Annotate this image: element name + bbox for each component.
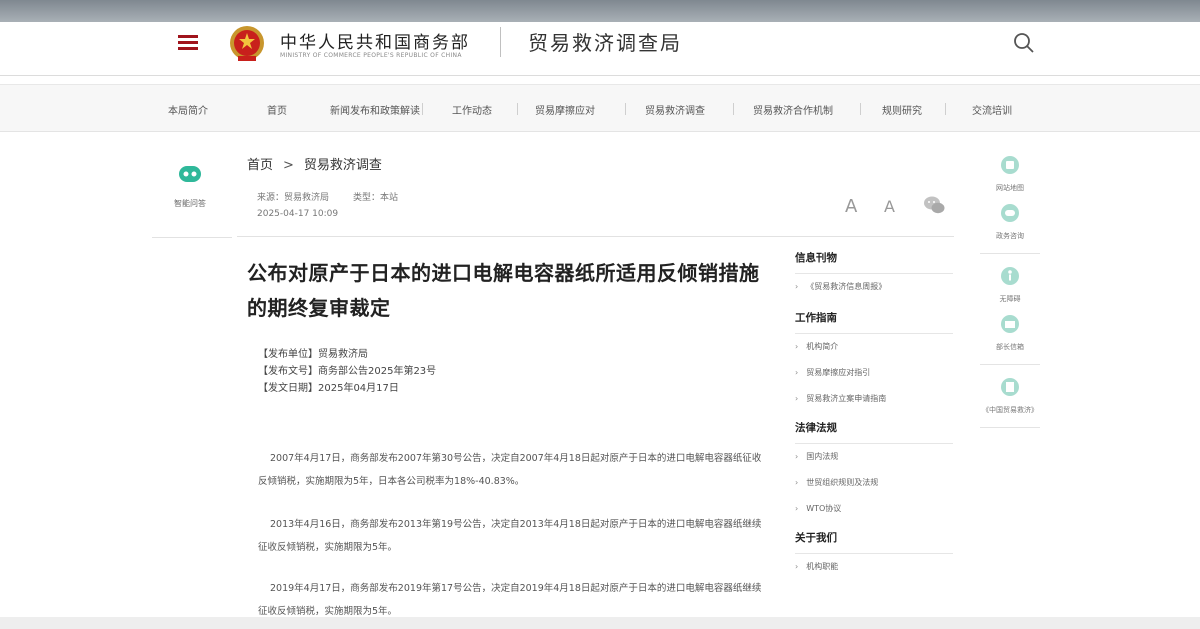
publication-info: 【发布单位】贸易救济局 【发布文号】商务部公告2025年第23号 【发文日期】2… <box>258 346 436 397</box>
sidebar-heading[interactable]: 工作指南 <box>795 310 953 334</box>
sitemap-icon <box>1001 156 1019 174</box>
wechat-share-icon[interactable] <box>923 195 945 215</box>
ministry-name[interactable]: 中华人民共和国商务部 <box>280 28 470 53</box>
breadcrumb-arrow: > <box>283 158 294 173</box>
breadcrumb-home[interactable]: 首页 <box>247 158 273 173</box>
article-source: 来源：贸易救济局 <box>257 193 330 203</box>
tool-label: 部长信箱 <box>996 343 1024 351</box>
sidebar-section: 工作指南 机构简介 贸易摩擦应对指引 贸易救济立案申请指南 <box>795 310 953 412</box>
tool-label: 《中国贸易救济》 <box>982 406 1038 414</box>
right-toolbar: 网站地图 政务咨询 无障碍 部长信箱 《中国贸易救济》 <box>980 150 1040 428</box>
browser-top-band <box>0 0 1200 22</box>
national-emblem-icon <box>230 26 264 61</box>
pub-doc-number: 【发布文号】商务部公告2025年第23号 <box>258 366 437 377</box>
article-title: 公布对原产于日本的进口电解电容器纸所适用反倾销措施的期终复审裁定 <box>247 261 760 320</box>
tool-accessibility[interactable]: 无障碍 <box>980 266 1040 304</box>
toolbar-divider <box>980 427 1040 428</box>
sidebar-link[interactable]: 贸易救济立案申请指南 <box>795 386 953 412</box>
tool-mailbox[interactable]: 部长信箱 <box>980 314 1040 352</box>
main-nav: 本局简介 首页 新闻发布和政策解读 工作动态 贸易摩擦应对 贸易救济调查 贸易救… <box>0 84 1200 132</box>
tool-magazine[interactable]: 《中国贸易救济》 <box>980 377 1040 415</box>
left-divider <box>152 237 232 238</box>
article-category: 类型：本站 <box>353 193 399 203</box>
ministry-name-en: MINISTRY OF COMMERCE PEOPLE'S REPUBLIC O… <box>280 52 462 59</box>
toolbar-divider <box>980 364 1040 365</box>
meta-divider <box>237 236 954 237</box>
nav-separator <box>945 103 946 115</box>
nav-item-rules[interactable]: 规则研究 <box>882 102 922 117</box>
breadcrumb-current[interactable]: 贸易救济调查 <box>304 158 382 173</box>
font-size-small-button[interactable]: A <box>884 197 895 216</box>
bureau-name[interactable]: 贸易救济调查局 <box>528 27 682 56</box>
nav-item-investigation[interactable]: 贸易救济调查 <box>645 102 705 117</box>
nav-item-training[interactable]: 交流培训 <box>972 102 1012 117</box>
nav-item-about[interactable]: 本局简介 <box>168 102 208 117</box>
right-sidebar: 信息刊物 《贸易救济信息周报》 工作指南 机构简介 贸易摩擦应对指引 贸易救济立… <box>795 250 953 580</box>
nav-item-work[interactable]: 工作动态 <box>452 102 492 117</box>
sidebar-link[interactable]: 世贸组织规则及法规 <box>795 470 953 496</box>
toolbar-divider <box>980 253 1040 254</box>
breadcrumb: 首页 > 贸易救济调查 <box>247 154 382 173</box>
nav-item-friction[interactable]: 贸易摩擦应对 <box>535 102 595 117</box>
mailbox-icon <box>1001 315 1019 333</box>
site-header: 中华人民共和国商务部 MINISTRY OF COMMERCE PEOPLE'S… <box>0 22 1200 76</box>
sidebar-heading[interactable]: 法律法规 <box>795 420 953 444</box>
pub-unit: 【发布单位】贸易救济局 <box>258 349 368 360</box>
nav-item-cooperation[interactable]: 贸易救济合作机制 <box>753 102 833 117</box>
bottom-band <box>0 617 1200 629</box>
font-size-large-button[interactable]: A <box>845 196 857 217</box>
nav-separator <box>422 103 423 115</box>
sidebar-link[interactable]: 机构职能 <box>795 554 953 580</box>
article-meta: 来源：贸易救济局 类型：本站 <box>257 190 398 203</box>
tool-label: 网站地图 <box>996 184 1024 192</box>
nav-item-home[interactable]: 首页 <box>267 102 287 117</box>
article-date: 2025-04-17 10:09 <box>257 209 339 219</box>
chatbot-icon <box>179 166 201 182</box>
search-icon[interactable] <box>1012 31 1036 55</box>
sidebar-section: 关于我们 机构职能 <box>795 530 953 580</box>
nav-separator <box>517 103 518 115</box>
tool-label: 政务咨询 <box>996 232 1024 240</box>
sidebar-link[interactable]: 机构简介 <box>795 334 953 360</box>
accessibility-icon <box>1001 267 1019 285</box>
sidebar-heading[interactable]: 信息刊物 <box>795 250 953 274</box>
article-paragraph: 2007年4月17日，商务部发布2007年第30号公告，决定自2007年4月18… <box>258 453 762 487</box>
sidebar-link[interactable]: 贸易摩擦应对指引 <box>795 360 953 386</box>
menu-icon[interactable] <box>176 32 200 56</box>
chatbot-button[interactable]: 智能问答 <box>158 160 222 209</box>
nav-separator <box>860 103 861 115</box>
sidebar-heading[interactable]: 关于我们 <box>795 530 953 554</box>
nav-separator <box>625 103 626 115</box>
sidebar-section: 法律法规 国内法规 世贸组织规则及法规 WTO协议 <box>795 420 953 522</box>
sidebar-section: 信息刊物 《贸易救济信息周报》 <box>795 250 953 300</box>
sidebar-link[interactable]: 《贸易救济信息周报》 <box>795 274 953 300</box>
magazine-icon <box>1001 378 1019 396</box>
tool-label: 无障碍 <box>999 295 1021 303</box>
sidebar-link[interactable]: WTO协议 <box>795 496 953 522</box>
header-divider <box>500 27 501 57</box>
consult-icon <box>1001 204 1019 222</box>
chatbot-label: 智能问答 <box>174 199 206 208</box>
pub-date: 【发文日期】2025年04月17日 <box>258 383 399 394</box>
article-paragraph: 2013年4月16日，商务部发布2013年第19号公告，决定自2013年4月18… <box>258 519 762 553</box>
tool-consult[interactable]: 政务咨询 <box>980 203 1040 241</box>
sidebar-link[interactable]: 国内法规 <box>795 444 953 470</box>
tool-sitemap[interactable]: 网站地图 <box>980 155 1040 193</box>
nav-separator <box>733 103 734 115</box>
nav-item-news[interactable]: 新闻发布和政策解读 <box>330 102 420 117</box>
